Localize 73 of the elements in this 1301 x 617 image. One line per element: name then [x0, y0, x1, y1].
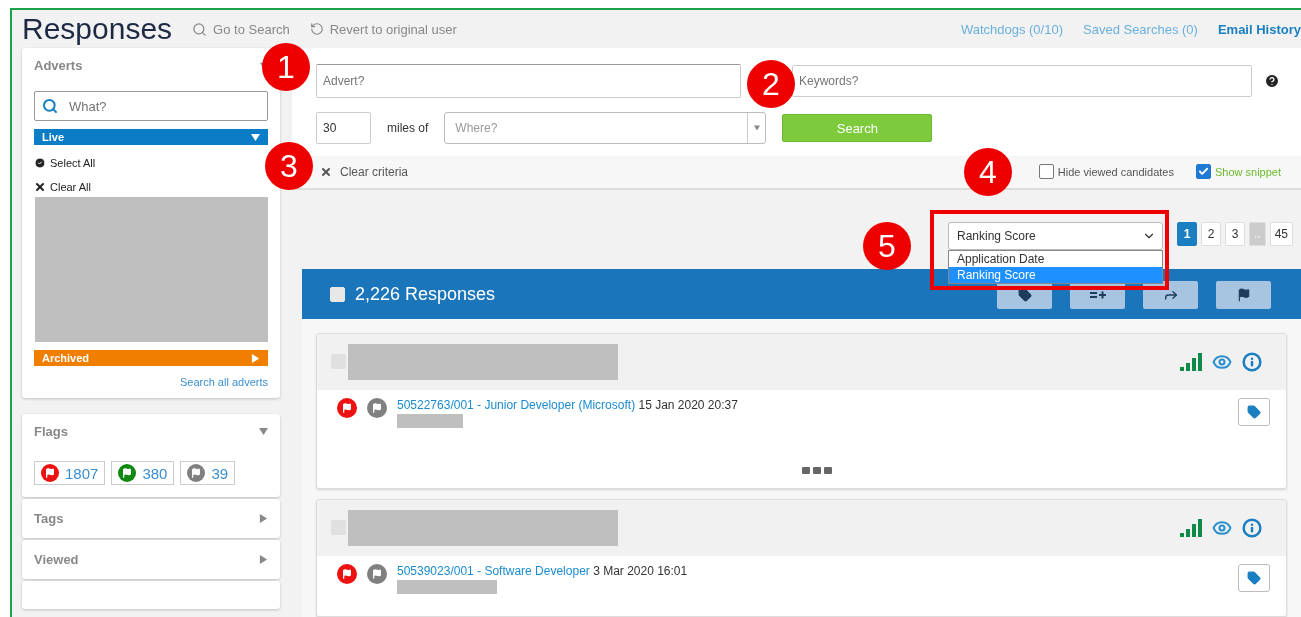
go-to-search-link[interactable]: Go to Search — [192, 21, 290, 37]
flag-icon[interactable] — [337, 564, 357, 584]
check-circle-icon — [34, 157, 46, 169]
option-checkbox[interactable]: Hide viewed candidates — [1038, 164, 1174, 180]
page-button[interactable]: 1 — [1176, 221, 1197, 246]
info-icon[interactable] — [1242, 518, 1262, 538]
eye-icon[interactable] — [1212, 352, 1232, 372]
search-button[interactable]: Search — [782, 114, 933, 142]
flag-filter[interactable]: 39 — [180, 461, 236, 485]
help-icon[interactable] — [1264, 73, 1280, 89]
flag-icon[interactable] — [367, 398, 387, 418]
flag-filter[interactable]: 380 — [111, 461, 175, 485]
results-count: 2,226 Responses — [355, 283, 496, 305]
clear-criteria-link[interactable]: Clear criteria — [320, 164, 408, 179]
redacted-block — [397, 414, 463, 428]
top-link[interactable]: Email History — [1217, 21, 1301, 37]
flag-icon — [1236, 288, 1251, 302]
caret-down-icon[interactable] — [259, 427, 268, 436]
revert-user-link[interactable]: Revert to original user — [309, 21, 457, 37]
close-icon — [34, 181, 46, 193]
caret-right-icon[interactable] — [259, 555, 268, 564]
option-checkbox[interactable]: Show snippet — [1195, 164, 1281, 180]
location-dropdown[interactable]: Where? — [444, 112, 767, 144]
top-link[interactable]: Saved Searches (0) — [1083, 21, 1198, 37]
more-dots-icon[interactable] — [801, 467, 832, 474]
panel-title: Tags — [34, 511, 64, 526]
flag-button[interactable] — [1216, 281, 1271, 309]
close-icon — [320, 165, 332, 178]
tag-icon — [1017, 288, 1032, 302]
tag-button[interactable] — [1238, 564, 1270, 592]
advert-search-field[interactable]: What? — [34, 91, 268, 121]
caret-right-icon[interactable] — [259, 514, 268, 523]
page-button[interactable]: 2 — [1200, 221, 1221, 246]
flag-icon[interactable] — [337, 398, 357, 418]
search-icon — [192, 21, 208, 37]
info-icon[interactable] — [1242, 352, 1262, 372]
add-to-list-icon — [1089, 290, 1106, 300]
archived-header[interactable]: Archived — [34, 350, 268, 366]
undo-icon — [309, 22, 324, 36]
signal-bars-icon — [1180, 519, 1202, 537]
search-all-adverts-link[interactable]: Search all adverts — [34, 376, 268, 388]
keywords-field[interactable]: Keywords? — [792, 65, 1252, 97]
panel-title: Adverts — [34, 58, 83, 73]
panel-title: Viewed — [34, 552, 79, 567]
caret-down-icon — [753, 125, 760, 131]
advert-field[interactable]: Advert? — [316, 64, 741, 98]
tag-icon — [1247, 571, 1261, 585]
response-title: 50539023/001 - Software Developer 3 Mar 2020 16:01 — [397, 564, 688, 578]
page-title: Responses — [22, 12, 173, 46]
select-all-link[interactable]: Select All — [34, 157, 268, 169]
caret-down-icon — [251, 132, 260, 142]
miles-field[interactable]: 30 — [316, 112, 371, 144]
page-button[interactable]: 45 — [1269, 221, 1293, 246]
eye-icon[interactable] — [1212, 518, 1232, 538]
select-all-checkbox[interactable] — [330, 286, 345, 302]
sort-dropdown[interactable]: Ranking Score — [947, 221, 1163, 250]
response-title: 50522763/001 - Junior Developer (Microsoft) 15 Jan 2020 20:37 — [397, 398, 738, 412]
flag-filter[interactable]: 1807 — [34, 461, 106, 485]
caret-right-icon — [251, 353, 260, 363]
miles-label: miles of — [387, 121, 429, 135]
page-button[interactable]: 3 — [1224, 221, 1245, 246]
job-link[interactable]: 50522763/001 - Junior Developer (Microsoft) — [397, 398, 636, 412]
search-icon — [42, 98, 58, 114]
tag-icon — [1247, 405, 1261, 419]
checkmark-icon — [1197, 166, 1209, 178]
top-link[interactable]: Watchdogs (0/10) — [960, 21, 1063, 37]
signal-bars-icon — [1180, 353, 1202, 371]
panel-title: Flags — [34, 424, 68, 439]
live-header[interactable]: Live — [34, 129, 268, 145]
tag-button[interactable] — [1238, 398, 1270, 426]
flag-icon[interactable] — [367, 564, 387, 584]
job-link[interactable]: 50539023/001 - Software Developer — [397, 564, 590, 578]
clear-all-link[interactable]: Clear All — [34, 181, 268, 193]
